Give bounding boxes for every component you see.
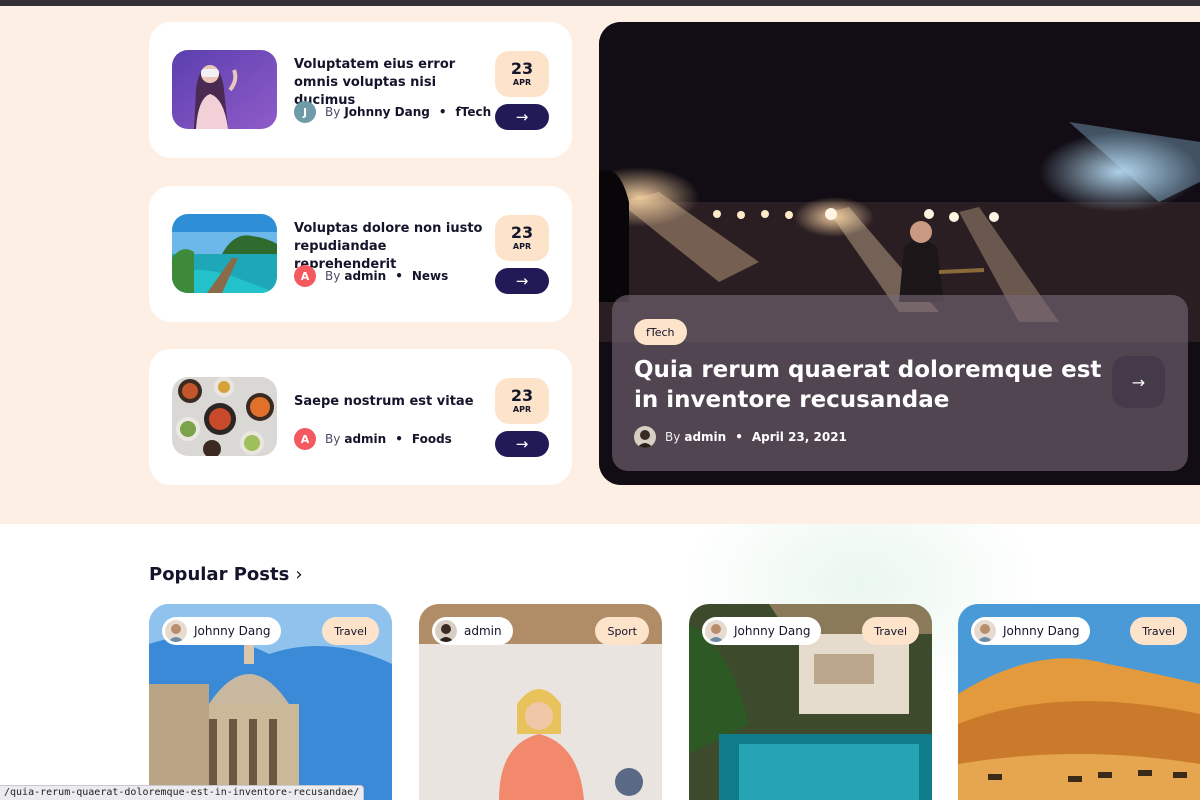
meta-separator: •	[395, 432, 403, 446]
meta-separator: •	[438, 105, 447, 119]
author-chip[interactable]: admin	[432, 617, 513, 645]
author-chip[interactable]: Johnny Dang	[162, 617, 282, 645]
arrow-right-icon: →	[1131, 372, 1146, 392]
author-avatar	[165, 620, 187, 642]
post-meta: By admin • April 23, 2021	[634, 426, 847, 448]
author-link[interactable]: admin	[344, 432, 386, 446]
popular-post-card[interactable]: Johnny Dang Travel	[958, 604, 1200, 800]
post-meta: J By Johnny Dang • fTech	[294, 101, 491, 123]
author-name: Johnny Dang	[194, 624, 271, 638]
author-name: admin	[464, 624, 502, 638]
category-link[interactable]: News	[412, 269, 448, 283]
chevron-right-icon: ›	[295, 564, 303, 585]
author-chip[interactable]: Johnny Dang	[702, 617, 822, 645]
author-avatar	[634, 426, 656, 448]
read-more-button[interactable]: →	[495, 104, 549, 130]
author-avatar	[705, 620, 727, 642]
post-meta: A By admin • News	[294, 265, 448, 287]
post-date: April 23, 2021	[751, 430, 847, 444]
author-link[interactable]: admin	[684, 430, 726, 444]
date-badge: 23 APR	[495, 215, 549, 261]
author-avatar: A	[294, 265, 316, 287]
read-more-button[interactable]: →	[495, 431, 549, 457]
status-bar-url: /quia-rerum-quaerat-doloremque-est-in-in…	[0, 785, 365, 800]
author-chip[interactable]: Johnny Dang	[971, 617, 1091, 645]
featured-post-card[interactable]: fTech Quia rerum quaerat doloremque est …	[599, 22, 1200, 485]
popular-post-card[interactable]: admin Sport	[419, 604, 662, 800]
by-label: By	[325, 432, 341, 446]
date-badge: 23 APR	[495, 378, 549, 424]
post-thumbnail[interactable]	[172, 214, 277, 293]
date-day: 23	[510, 386, 534, 405]
post-card[interactable]: Saepe nostrum est vitae A By admin • Foo…	[149, 349, 572, 485]
by-label: By	[665, 430, 681, 444]
category-badge[interactable]: Travel	[322, 617, 379, 645]
author-link[interactable]: Johnny Dang	[344, 105, 430, 119]
category-badge[interactable]: Sport	[595, 617, 649, 645]
post-thumbnail[interactable]	[172, 50, 277, 129]
author-avatar: J	[294, 101, 316, 123]
category-link[interactable]: fTech	[456, 105, 492, 119]
featured-post-title[interactable]: Quia rerum quaerat doloremque est in inv…	[634, 355, 1104, 415]
date-day: 23	[510, 59, 534, 78]
popular-posts-heading[interactable]: Popular Posts ›	[149, 564, 303, 585]
post-card[interactable]: Voluptas dolore non iusto repudiandae re…	[149, 186, 572, 322]
category-badge[interactable]: fTech	[634, 319, 687, 345]
arrow-right-icon: →	[515, 272, 529, 290]
featured-post-overlay: fTech Quia rerum quaerat doloremque est …	[612, 295, 1188, 471]
category-link[interactable]: Foods	[412, 432, 452, 446]
arrow-right-icon: →	[515, 108, 529, 126]
post-card[interactable]: Voluptatem eius error omnis voluptas nis…	[149, 22, 572, 158]
by-label: By	[325, 269, 341, 283]
author-name: Johnny Dang	[734, 624, 811, 638]
author-avatar	[974, 620, 996, 642]
author-avatar: A	[294, 428, 316, 450]
date-day: 23	[510, 223, 534, 242]
section-title-text: Popular Posts	[149, 564, 290, 585]
popular-post-card[interactable]: Johnny Dang Travel	[689, 604, 932, 800]
meta-separator: •	[395, 269, 403, 283]
by-label: By	[325, 105, 341, 119]
date-badge: 23 APR	[495, 51, 549, 97]
popular-post-card[interactable]: Johnny Dang Travel	[149, 604, 392, 800]
category-badge[interactable]: Travel	[862, 617, 919, 645]
featured-read-more-button[interactable]: →	[1112, 356, 1165, 408]
author-name: Johnny Dang	[1003, 624, 1080, 638]
author-avatar	[435, 620, 457, 642]
post-meta: A By admin • Foods	[294, 428, 452, 450]
arrow-right-icon: →	[515, 435, 529, 453]
date-month: APR	[512, 78, 532, 87]
author-link[interactable]: admin	[344, 269, 386, 283]
post-thumbnail[interactable]	[172, 377, 277, 456]
date-month: APR	[512, 405, 532, 414]
category-badge[interactable]: Travel	[1130, 617, 1187, 645]
read-more-button[interactable]: →	[495, 268, 549, 294]
post-title[interactable]: Saepe nostrum est vitae	[294, 393, 484, 411]
meta-separator: •	[735, 430, 743, 444]
date-month: APR	[512, 242, 532, 251]
